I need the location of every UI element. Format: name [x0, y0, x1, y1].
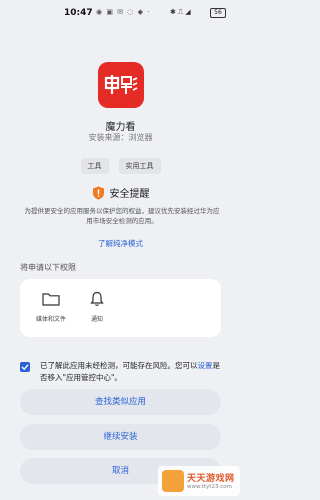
- tag: 工具: [80, 158, 109, 174]
- permission-label: 媒体和文件: [35, 316, 66, 323]
- status-time: 10:47: [64, 8, 93, 18]
- app-tags: 工具 实用工具: [0, 158, 241, 174]
- security-alert-body: 为提供更安全的应用服务以保护您的权益，建议优先安装经过华为应用市场安全检测的应用…: [24, 207, 220, 225]
- install-source: 安装来源：浏览器: [88, 133, 153, 142]
- app-name: 魔力看: [105, 122, 136, 133]
- check-icon: [21, 364, 29, 371]
- app-icon: [98, 62, 144, 108]
- consent-text: 已了解此应用未经检测，可能存在风险。您可以设置是否移入"应用管控中心"。: [40, 360, 225, 384]
- consent-checkbox[interactable]: [20, 362, 30, 372]
- permissions-heading: 将申请以下权限: [20, 263, 76, 272]
- app-logo-icon: [104, 75, 138, 94]
- security-alert-title: 安全提醒: [109, 189, 150, 200]
- signal-icons: ✱ ⎍ ◢: [170, 8, 191, 16]
- tag: 实用工具: [118, 158, 161, 174]
- consent-text-before: 已了解此应用未经检测，可能存在风险。您可以: [40, 361, 198, 370]
- watermark-text: 天天游戏网: [187, 474, 235, 484]
- notification-icons: ◉ ▣ ✉ ◌ ◆ ·: [96, 8, 151, 16]
- settings-link[interactable]: 设置: [198, 361, 213, 370]
- watermark: 天天游戏网 www.ttyt23.com: [158, 466, 240, 496]
- continue-install-button[interactable]: 继续安装: [20, 424, 221, 450]
- permission-notifications[interactable]: 通知: [72, 289, 122, 323]
- battery-icon: 56: [210, 8, 226, 18]
- pure-mode-link[interactable]: 了解纯净模式: [0, 238, 241, 249]
- permission-label: 通知: [90, 316, 103, 323]
- status-bar: 10:47 ◉ ▣ ✉ ◌ ◆ · ✱ ⎍ ◢ 56: [0, 0, 241, 24]
- permissions-card: 媒体和文件 通知: [20, 279, 221, 337]
- security-alert-header: 安全提醒: [0, 185, 241, 200]
- shield-warning-icon: [92, 186, 104, 199]
- watermark-url: www.ttyt23.com: [187, 484, 232, 490]
- watermark-logo-icon: [162, 470, 184, 492]
- bell-icon: [90, 291, 104, 306]
- folder-icon: [42, 293, 60, 306]
- find-similar-apps-button[interactable]: 查找类似应用: [20, 389, 221, 415]
- permission-media-files[interactable]: 媒体和文件: [26, 289, 76, 323]
